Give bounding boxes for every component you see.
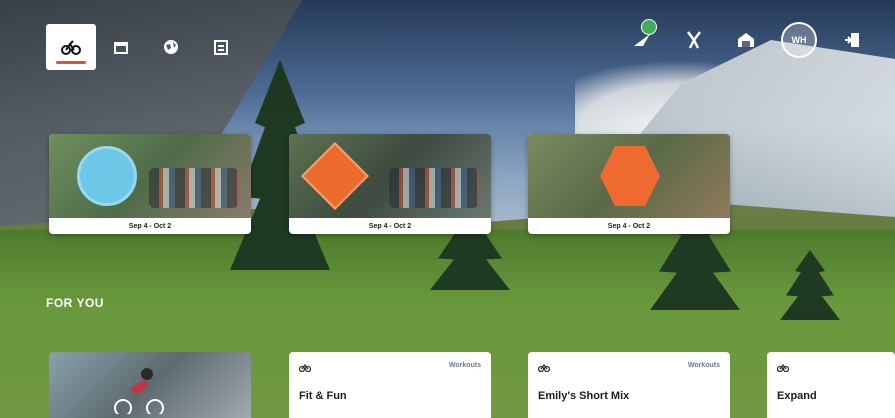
for-you-card[interactable]: Workouts Fit & Fun: [289, 352, 491, 418]
nav-schedule-button[interactable]: [196, 24, 246, 70]
world-icon: [164, 40, 178, 54]
nav-world-button[interactable]: [146, 24, 196, 70]
bike-icon: [538, 363, 550, 372]
event-emblem: [77, 146, 137, 206]
drops-button[interactable]: [625, 19, 659, 57]
schedule-icon: [214, 40, 228, 55]
nav-ride-button[interactable]: [46, 24, 96, 70]
achievements-icon: [687, 31, 701, 49]
event-card[interactable]: Sep 4 - Oct 2: [49, 134, 251, 234]
card-title: Expand: [777, 390, 817, 402]
event-date: Sep 4 - Oct 2: [128, 222, 172, 230]
card-type: Workouts: [448, 362, 481, 369]
ride-icon: [61, 40, 81, 55]
event-emblem: [301, 142, 369, 210]
drops-notification-icon: [634, 34, 650, 46]
bike-icon: [299, 363, 311, 372]
riders-group: [389, 168, 479, 208]
event-date: Sep 4 - Oct 2: [368, 222, 412, 230]
nav-calendar-button[interactable]: [96, 24, 146, 70]
exit-icon: [845, 33, 859, 47]
section-title: FOR YOU: [46, 296, 104, 310]
event-image: [289, 134, 491, 218]
event-image: [49, 134, 251, 218]
garage-icon: [738, 33, 754, 47]
event-date: Sep 4 - Oct 2: [607, 222, 651, 230]
calendar-icon: [114, 42, 128, 54]
main-nav: [46, 24, 246, 70]
garage-button[interactable]: [729, 23, 763, 57]
card-title: Emily's Short Mix: [538, 390, 630, 402]
event-card[interactable]: Sep 4 - Oct 2: [528, 134, 730, 234]
event-image: [528, 134, 730, 218]
utility-nav: WH: [625, 19, 869, 58]
exit-button[interactable]: [835, 23, 869, 57]
card-type: Workouts: [687, 362, 720, 369]
event-emblem: [600, 146, 660, 206]
for-you-card[interactable]: Workouts Emily's Short Mix: [528, 352, 730, 418]
notification-badge: [641, 19, 657, 35]
for-you-card[interactable]: [49, 352, 251, 418]
bike-icon: [777, 363, 789, 372]
riders-group: [149, 168, 239, 208]
achievements-button[interactable]: [677, 23, 711, 57]
for-you-card[interactable]: Expand: [767, 352, 895, 418]
profile-avatar[interactable]: WH: [781, 22, 817, 58]
cyclist-image: [114, 368, 164, 414]
card-title: Fit & Fun: [299, 390, 347, 402]
event-card[interactable]: Sep 4 - Oct 2: [289, 134, 491, 234]
